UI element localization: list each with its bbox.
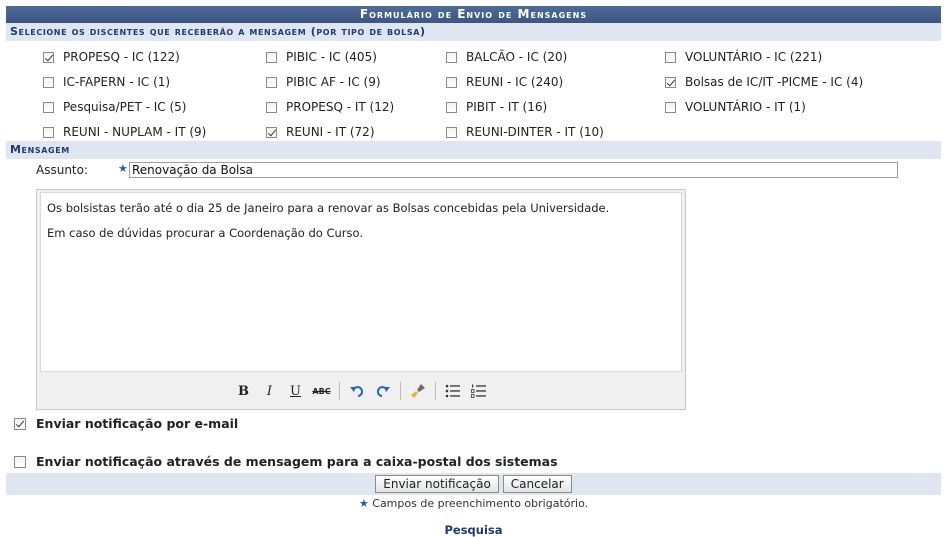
checkbox[interactable]	[43, 51, 54, 63]
bolsa-option[interactable]: PIBIT - IT (16)	[446, 100, 547, 114]
bolsa-option[interactable]: BALCÃO - IC (20)	[446, 50, 567, 64]
assunto-label: Assunto:	[36, 163, 89, 177]
notify-caixa-checkbox[interactable]	[14, 455, 26, 468]
numbered-list-icon[interactable]	[466, 380, 492, 402]
required-note-text: Campos de preenchimento obrigatório.	[372, 497, 589, 510]
bolsa-option[interactable]: PROPESQ - IT (12)	[266, 100, 394, 114]
checkbox[interactable]	[665, 76, 676, 88]
section-mensagem-title: Mensagem	[6, 141, 941, 159]
bolsa-label: REUNI-DINTER - IT (10)	[466, 125, 604, 139]
send-notification-button[interactable]: Enviar notificação	[375, 475, 499, 493]
checkbox[interactable]	[446, 51, 457, 63]
checkbox[interactable]	[446, 101, 457, 113]
bolsa-label: PIBIT - IT (16)	[466, 100, 548, 114]
bolsa-option[interactable]: PROPESQ - IC (122)	[43, 50, 180, 64]
bolsa-option[interactable]: REUNI - NUPLAM - IT (9)	[43, 125, 206, 139]
bullet-list-icon[interactable]	[440, 380, 466, 402]
bolsa-option[interactable]: IC-FAPERN - IC (1)	[43, 75, 170, 89]
checkbox[interactable]	[665, 51, 676, 63]
checkbox[interactable]	[266, 126, 277, 138]
bolsa-label: PIBIC AF - IC (9)	[286, 75, 381, 89]
bolsa-option[interactable]: Pesquisa/PET - IC (5)	[43, 100, 187, 114]
undo-icon[interactable]	[344, 380, 370, 402]
toolbar-divider	[338, 382, 340, 400]
bolsa-option[interactable]: REUNI - IC (240)	[446, 75, 563, 89]
bolsa-label: Bolsas de IC/IT -PICME - IC (4)	[685, 75, 864, 89]
bolsa-option[interactable]: VOLUNTÁRIO - IC (221)	[665, 50, 822, 64]
checkbox[interactable]	[446, 126, 457, 138]
notify-email-checkbox[interactable]	[14, 417, 26, 430]
checkbox[interactable]	[43, 101, 54, 113]
rich-text-editor: Os bolsistas terão até o dia 25 de Janei…	[36, 189, 686, 410]
checkbox[interactable]	[665, 101, 676, 113]
message-line: Em caso de dúvidas procurar a Coordenaçã…	[47, 226, 363, 240]
bolsa-label: IC-FAPERN - IC (1)	[63, 75, 171, 89]
checkbox[interactable]	[266, 76, 277, 88]
checkbox[interactable]	[43, 126, 54, 138]
message-area: Assunto: ★ Os bolsistas terão até o dia …	[6, 159, 941, 431]
bolsa-option[interactable]: Bolsas de IC/IT -PICME - IC (4)	[665, 75, 863, 89]
notify-email-label: Enviar notificação por e-mail	[36, 416, 239, 431]
form-actions: Enviar notificação Cancelar	[6, 473, 941, 495]
assunto-input[interactable]	[129, 162, 898, 178]
checkbox[interactable]	[266, 51, 277, 63]
message-line: Os bolsistas terão até o dia 25 de Janei…	[47, 201, 610, 215]
notify-caixa-option[interactable]: Enviar notificação através de mensagem p…	[14, 454, 558, 469]
required-fields-note: ★ Campos de preenchimento obrigatório.	[0, 497, 947, 510]
required-star-icon: ★	[118, 162, 128, 175]
bolsa-label: BALCÃO - IC (20)	[466, 50, 568, 64]
bolsa-label: PROPESQ - IC (122)	[63, 50, 180, 64]
bolsas-checkbox-grid: PROPESQ - IC (122) PIBIC - IC (405) BALC…	[6, 41, 941, 141]
checkbox[interactable]	[446, 76, 457, 88]
redo-icon[interactable]	[370, 380, 396, 402]
bolsa-label: PROPESQ - IT (12)	[286, 100, 395, 114]
bolsa-option[interactable]: VOLUNTÁRIO - IT (1)	[665, 100, 806, 114]
toolbar-divider	[399, 382, 401, 400]
bolsa-label: REUNI - IT (72)	[286, 125, 375, 139]
required-star-icon: ★	[358, 497, 369, 510]
notify-email-option[interactable]: Enviar notificação por e-mail	[14, 416, 238, 431]
bolsa-label: REUNI - IC (240)	[466, 75, 564, 89]
message-form: Formulário de Envio de Mensagens Selecio…	[6, 6, 941, 431]
cancel-button[interactable]: Cancelar	[502, 475, 572, 493]
pesquisa-link[interactable]: Pesquisa	[0, 523, 947, 537]
bold-button[interactable]: B	[231, 380, 257, 402]
section-bolsas-title: Selecione os discentes que receberão a m…	[6, 23, 941, 41]
bolsa-option[interactable]: PIBIC - IC (405)	[266, 50, 377, 64]
editor-toolbar: B I U ABC	[37, 376, 685, 406]
checkbox[interactable]	[266, 101, 277, 113]
checkbox[interactable]	[43, 76, 54, 88]
form-title: Formulário de Envio de Mensagens	[6, 6, 941, 23]
bolsa-label: PIBIC - IC (405)	[286, 50, 377, 64]
clean-format-brush-icon[interactable]	[405, 380, 431, 402]
bolsa-label: Pesquisa/PET - IC (5)	[63, 100, 187, 114]
strikethrough-button[interactable]: ABC	[309, 380, 335, 402]
underline-button[interactable]: U	[283, 380, 309, 402]
bolsa-option[interactable]: REUNI-DINTER - IT (10)	[446, 125, 604, 139]
bolsa-option[interactable]: PIBIC AF - IC (9)	[266, 75, 381, 89]
editor-content[interactable]: Os bolsistas terão até o dia 25 de Janei…	[40, 192, 682, 372]
toolbar-divider	[434, 382, 436, 400]
notify-caixa-label: Enviar notificação através de mensagem p…	[36, 454, 558, 469]
bolsa-option[interactable]: REUNI - IT (72)	[266, 125, 375, 139]
italic-button[interactable]: I	[257, 380, 283, 402]
bolsa-label: REUNI - NUPLAM - IT (9)	[63, 125, 207, 139]
bolsa-label: VOLUNTÁRIO - IT (1)	[685, 100, 806, 114]
bolsa-label: VOLUNTÁRIO - IC (221)	[685, 50, 823, 64]
